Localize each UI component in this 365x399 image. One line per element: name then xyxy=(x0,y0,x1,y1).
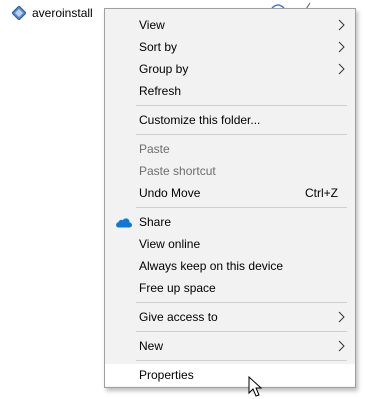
menu-separator xyxy=(136,360,347,361)
context-menu: View Sort by Group by Refresh Customize … xyxy=(104,8,356,388)
installer-icon xyxy=(12,6,26,20)
onedrive-cloud-icon xyxy=(116,218,132,228)
chevron-right-icon xyxy=(338,19,345,31)
menu-item-label: Sort by xyxy=(139,40,178,54)
menu-item-label: Paste xyxy=(139,142,170,156)
menu-separator xyxy=(136,134,347,135)
menu-item-group-by[interactable]: Group by xyxy=(105,58,355,80)
menu-item-label: View xyxy=(139,18,165,32)
menu-item-label: Share xyxy=(139,215,172,229)
menu-item-paste[interactable]: Paste xyxy=(105,138,355,160)
menu-item-sort-by[interactable]: Sort by xyxy=(105,36,355,58)
menu-item-give-access[interactable]: Give access to xyxy=(105,306,355,328)
mouse-cursor-icon xyxy=(248,376,263,397)
menu-item-label: Refresh xyxy=(139,84,182,98)
menu-item-label: Properties xyxy=(139,368,194,382)
menu-item-refresh[interactable]: Refresh xyxy=(105,80,355,102)
menu-separator xyxy=(136,302,347,303)
menu-item-always-keep[interactable]: Always keep on this device xyxy=(105,255,355,277)
menu-item-paste-shortcut[interactable]: Paste shortcut xyxy=(105,160,355,182)
menu-item-label: Undo Move xyxy=(139,186,201,200)
menu-item-label: Customize this folder... xyxy=(139,113,261,127)
chevron-right-icon xyxy=(338,41,345,53)
menu-item-label: Paste shortcut xyxy=(139,164,216,178)
menu-item-view-online[interactable]: View online xyxy=(105,233,355,255)
menu-separator xyxy=(136,207,347,208)
file-name: averoinstall xyxy=(32,6,93,20)
menu-item-label: Free up space xyxy=(139,281,216,295)
desktop-file-item[interactable]: averoinstall xyxy=(12,5,93,21)
menu-item-undo-move[interactable]: Undo Move Ctrl+Z xyxy=(105,182,355,204)
chevron-right-icon xyxy=(338,63,345,75)
menu-item-label: Group by xyxy=(139,62,189,76)
menu-item-label: New xyxy=(139,339,164,353)
menu-item-label: View online xyxy=(139,237,201,251)
menu-item-view[interactable]: View xyxy=(105,14,355,36)
chevron-right-icon xyxy=(338,311,345,323)
menu-item-free-up-space[interactable]: Free up space xyxy=(105,277,355,299)
menu-item-new[interactable]: New xyxy=(105,335,355,357)
menu-item-label: Always keep on this device xyxy=(139,259,284,273)
menu-separator xyxy=(136,105,347,106)
menu-item-properties[interactable]: Properties xyxy=(105,364,355,386)
menu-separator xyxy=(136,331,347,332)
menu-item-shortcut: Ctrl+Z xyxy=(305,186,338,200)
menu-item-share[interactable]: Share xyxy=(105,211,355,233)
chevron-right-icon xyxy=(338,340,345,352)
menu-item-label: Give access to xyxy=(139,310,218,324)
menu-item-customize-folder[interactable]: Customize this folder... xyxy=(105,109,355,131)
